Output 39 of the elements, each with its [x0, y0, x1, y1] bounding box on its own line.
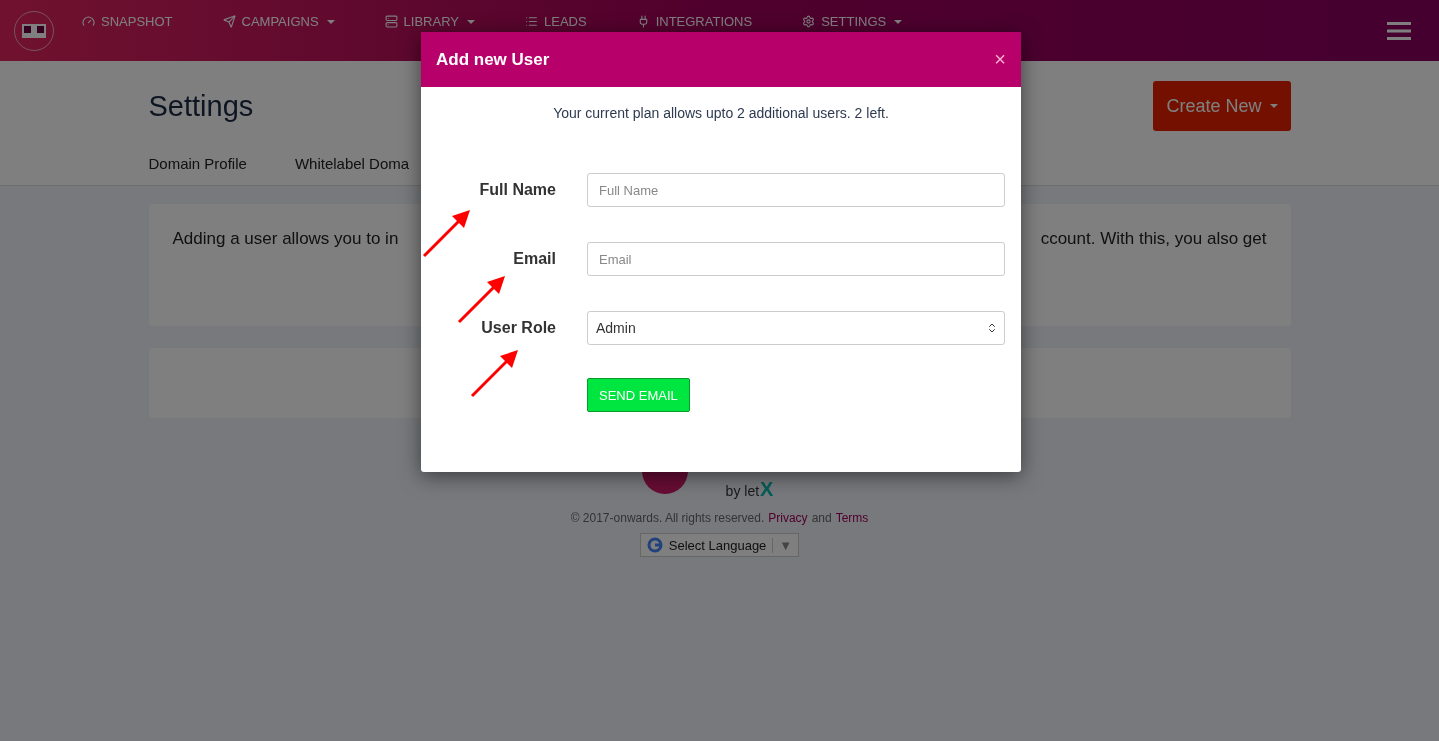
updown-icon: [986, 322, 998, 334]
page-title: Settings: [148, 89, 254, 123]
annotation-arrow: [422, 208, 472, 258]
field-label: User Role: [480, 319, 556, 337]
nav-link[interactable]: INTEGRATIONS: [636, 14, 753, 29]
menu-icon[interactable]: [1387, 20, 1411, 41]
nav-link[interactable]: LEADS: [525, 14, 587, 29]
info-text: Adding a user allows you to in: [172, 229, 399, 250]
gear-icon: [802, 15, 816, 28]
input-field[interactable]: Email: [587, 242, 1005, 276]
dialog-title: Add new User: [436, 49, 550, 70]
server-icon: [384, 15, 398, 28]
google-g-icon: [646, 537, 663, 553]
plan-notice: Your current plan allows upto 2 additional users. 2 left.: [552, 105, 890, 121]
nav-link[interactable]: LIBRARY: [384, 14, 475, 29]
create-new-button[interactable]: Create New: [1153, 81, 1291, 131]
copyright-text: © 2017-onwards. All rights reserved.: [570, 511, 765, 525]
terms-link[interactable]: Terms: [835, 511, 869, 525]
nav-link[interactable]: SNAPSHOT: [82, 14, 173, 29]
list-icon: [525, 15, 538, 28]
brand-byline: by let: [725, 483, 760, 499]
conjunction-text: and: [811, 511, 832, 525]
language-selector[interactable]: Select Language ▼: [639, 533, 800, 557]
privacy-link[interactable]: Privacy: [768, 511, 808, 525]
brand-mark: X: [760, 478, 774, 501]
annotation-arrow: [470, 348, 520, 398]
field-label: Email: [512, 250, 556, 268]
nav-link[interactable]: CAMPAIGNS: [222, 14, 335, 29]
send-icon: [222, 15, 236, 28]
caret-icon: [1269, 104, 1278, 108]
nav-link[interactable]: SETTINGS: [802, 14, 903, 29]
close-button[interactable]: ×: [994, 48, 1006, 71]
info-text: ccount. With this, you also get: [1040, 229, 1267, 250]
gauge-icon: [82, 15, 95, 28]
settings-tab[interactable]: Domain Profile: [148, 155, 247, 172]
settings-tab[interactable]: Whitelabel Doma: [294, 155, 410, 172]
role-select[interactable]: Admin: [587, 311, 1005, 345]
field-label: Full Name: [478, 181, 556, 199]
input-field[interactable]: Full Name: [587, 173, 1005, 207]
